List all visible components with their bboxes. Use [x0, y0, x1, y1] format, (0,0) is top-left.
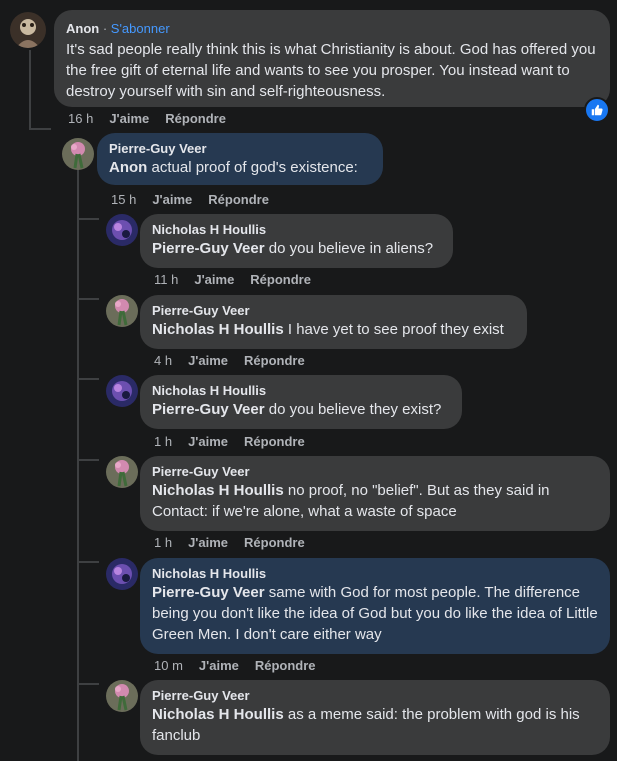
comment-author[interactable]: Nicholas H Houllis: [152, 222, 441, 238]
comment-text: do you believe in aliens?: [268, 240, 434, 257]
comment-author[interactable]: Pierre-Guy Veer: [152, 688, 598, 704]
avatar[interactable]: [106, 295, 138, 327]
comment-time[interactable]: 15 h: [111, 192, 136, 207]
mention-link[interactable]: Nicholas H Houllis: [152, 706, 284, 723]
reply-button[interactable]: Répondre: [244, 434, 305, 449]
like-button[interactable]: J'aime: [194, 272, 234, 287]
mention-link[interactable]: Pierre-Guy Veer: [152, 584, 265, 601]
comment-author[interactable]: Anon: [66, 21, 99, 36]
comment-actions: 11 h J'aime Répondre: [154, 272, 311, 287]
avatar[interactable]: [62, 138, 94, 170]
comment-text: It's sad people really think this is wha…: [66, 41, 596, 100]
reply-button[interactable]: Répondre: [244, 353, 305, 368]
avatar[interactable]: [106, 214, 138, 246]
avatar[interactable]: [106, 456, 138, 488]
thread-line: [77, 378, 99, 380]
follow-button[interactable]: S'abonner: [111, 21, 170, 36]
comment-bubble: Nicholas H Houllis Pierre-Guy Veer same …: [140, 558, 610, 654]
mention-link[interactable]: Anon: [109, 159, 147, 176]
reply-button[interactable]: Répondre: [250, 272, 311, 287]
comment-bubble: Pierre-Guy Veer Nicholas H Houllis no pr…: [140, 456, 610, 531]
comment-time[interactable]: 10 m: [154, 658, 183, 673]
comment-time[interactable]: 1 h: [154, 434, 172, 449]
mention-link[interactable]: Pierre-Guy Veer: [152, 240, 265, 257]
comment-author[interactable]: Pierre-Guy Veer: [152, 464, 598, 480]
comment-author[interactable]: Pierre-Guy Veer: [152, 303, 515, 319]
thread-line: [77, 459, 99, 461]
comment-bubble: Pierre-Guy Veer Nicholas H Houllis as a …: [140, 680, 610, 755]
comment-text: actual proof of god's existence:: [151, 159, 358, 176]
comment-author[interactable]: Nicholas H Houllis: [152, 383, 450, 399]
avatar[interactable]: [106, 680, 138, 712]
like-icon: [591, 104, 603, 116]
like-button[interactable]: J'aime: [109, 111, 149, 126]
separator-dot: ·: [99, 21, 111, 36]
comment-actions: 4 h J'aime Répondre: [154, 353, 305, 368]
thread-line: [77, 683, 99, 685]
comment-bubble: Nicholas H Houllis Pierre-Guy Veer do yo…: [140, 214, 453, 268]
comment-author[interactable]: Nicholas H Houllis: [152, 566, 598, 582]
reply-button[interactable]: Répondre: [208, 192, 269, 207]
comment-time[interactable]: 4 h: [154, 353, 172, 368]
comment-actions: 15 h J'aime Répondre: [111, 192, 269, 207]
thread-line: [29, 128, 51, 130]
reply-button[interactable]: Répondre: [165, 111, 226, 126]
thread-line: [77, 561, 99, 563]
comment-bubble: Pierre-Guy Veer Anon actual proof of god…: [97, 133, 383, 185]
mention-link[interactable]: Pierre-Guy Veer: [152, 401, 265, 418]
comment-time[interactable]: 16 h: [68, 111, 93, 126]
like-button[interactable]: J'aime: [199, 658, 239, 673]
comment-actions: 16 h J'aime Répondre: [68, 111, 226, 126]
thread-line: [77, 298, 99, 300]
thread-line: [29, 50, 31, 130]
mention-link[interactable]: Nicholas H Houllis: [152, 482, 284, 499]
comment-bubble: Anon · S'abonner It's sad people really …: [54, 10, 610, 107]
comment-actions: 10 m J'aime Répondre: [154, 658, 316, 673]
thread-line: [77, 218, 99, 220]
comment-text: I have yet to see proof they exist: [287, 321, 504, 338]
like-button[interactable]: J'aime: [188, 434, 228, 449]
reply-button[interactable]: Répondre: [255, 658, 316, 673]
comment-actions: 1 h J'aime Répondre: [154, 535, 305, 550]
avatar[interactable]: [106, 558, 138, 590]
reply-button[interactable]: Répondre: [244, 535, 305, 550]
avatar[interactable]: [106, 375, 138, 407]
comment-text: do you believe they exist?: [268, 401, 442, 418]
comment-bubble: Nicholas H Houllis Pierre-Guy Veer do yo…: [140, 375, 462, 429]
like-button[interactable]: J'aime: [152, 192, 192, 207]
comment-bubble: Pierre-Guy Veer Nicholas H Houllis I hav…: [140, 295, 527, 349]
comment-time[interactable]: 1 h: [154, 535, 172, 550]
thread-line: [77, 168, 79, 761]
comment-actions: 1 h J'aime Répondre: [154, 434, 305, 449]
mention-link[interactable]: Nicholas H Houllis: [152, 321, 284, 338]
comment-author[interactable]: Pierre-Guy Veer: [109, 141, 371, 157]
comment-time[interactable]: 11 h: [154, 272, 178, 287]
like-reaction-badge[interactable]: [584, 97, 610, 123]
like-button[interactable]: J'aime: [188, 535, 228, 550]
avatar[interactable]: [10, 12, 46, 48]
like-button[interactable]: J'aime: [188, 353, 228, 368]
